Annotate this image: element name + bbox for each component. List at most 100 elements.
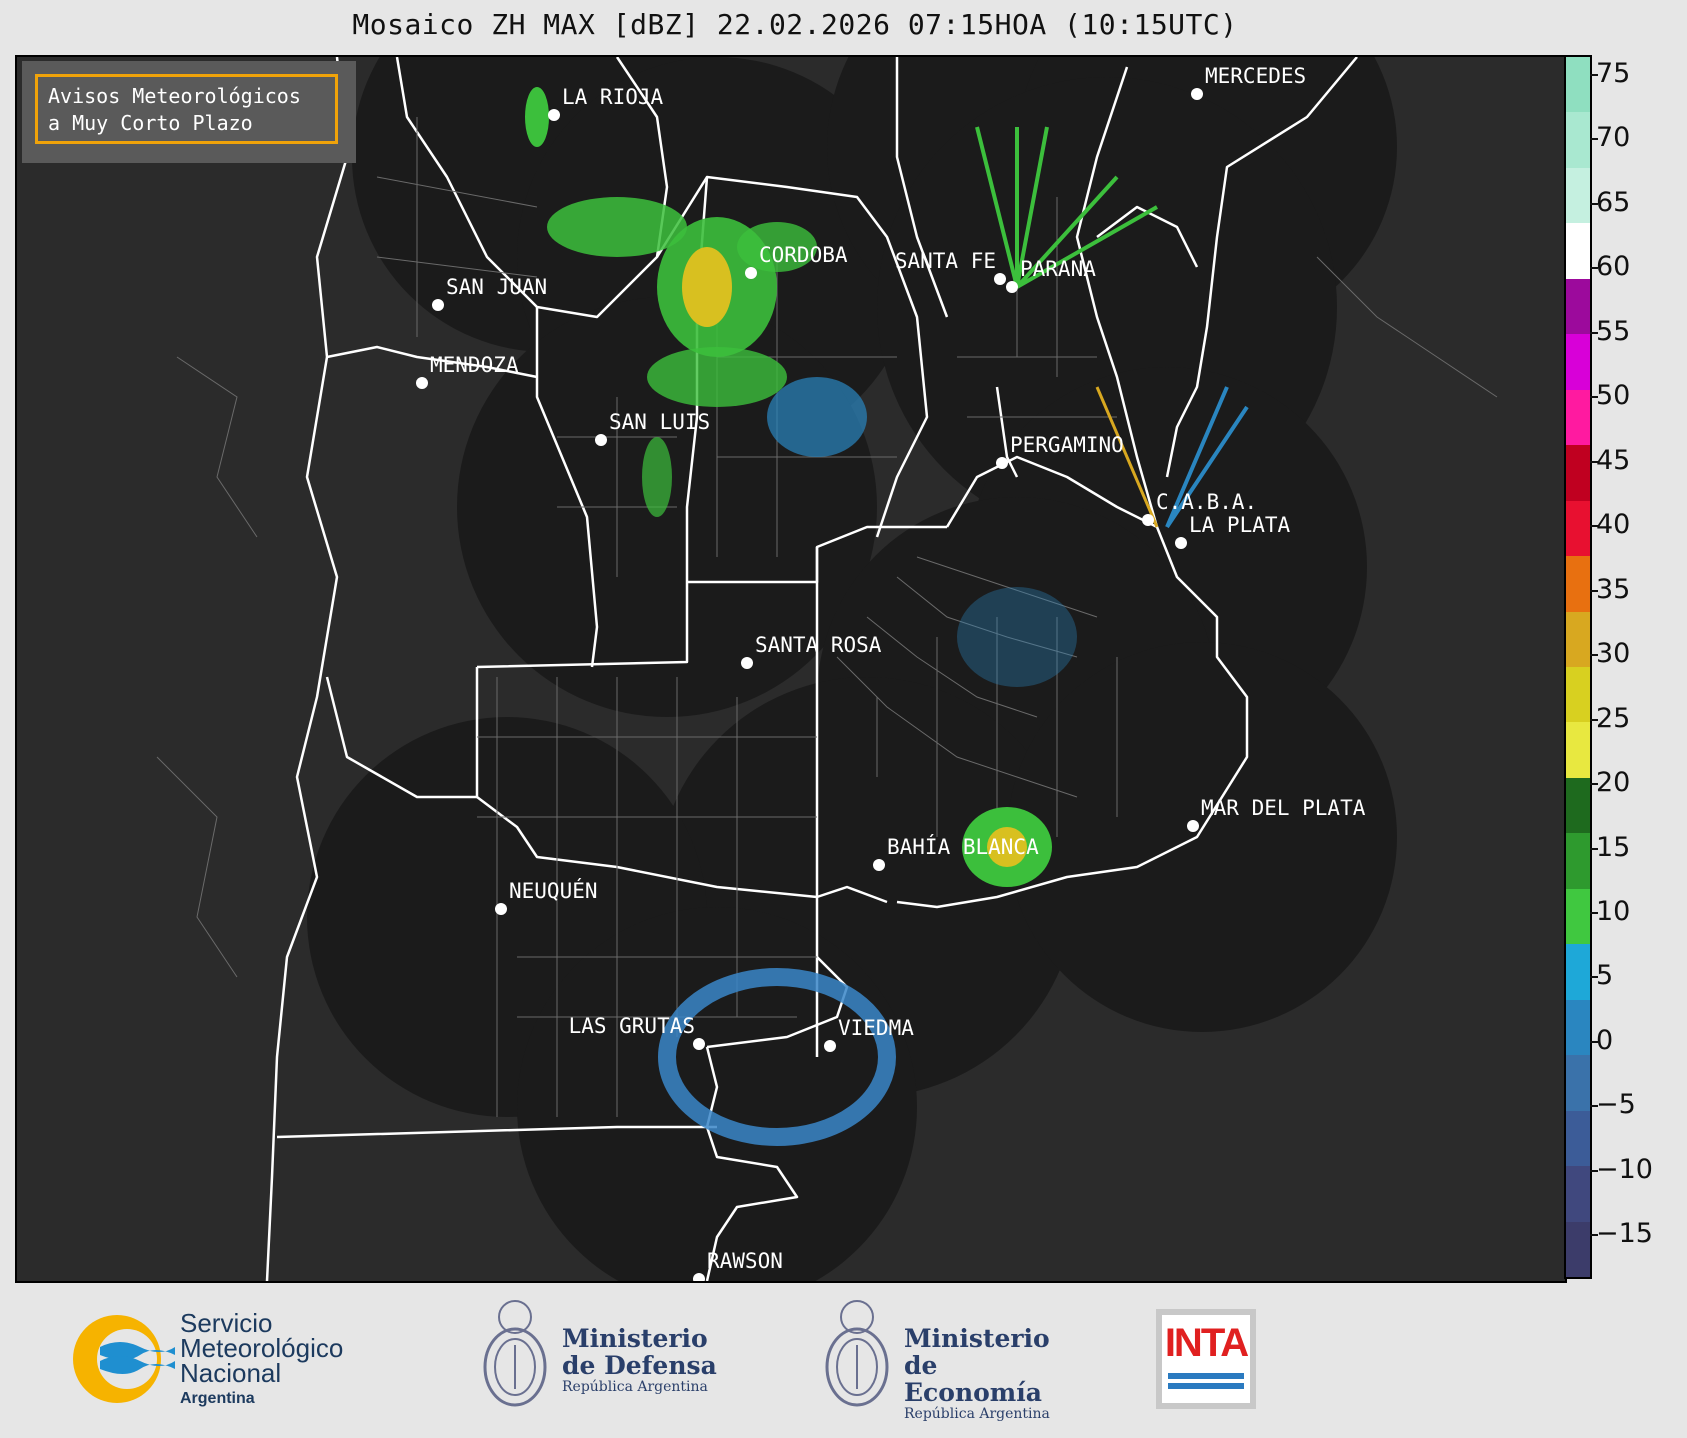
- colorbar-tick-label: 75: [1589, 58, 1631, 89]
- colorbar-segment: [1566, 223, 1590, 279]
- colorbar-segment: [1566, 1055, 1590, 1111]
- city-dot: [1191, 88, 1203, 100]
- colorbar-tick-label: 20: [1589, 767, 1631, 798]
- colorbar-segment: [1566, 1221, 1590, 1277]
- defensa-logo: Ministerio de Defensa República Argentin…: [480, 1295, 720, 1425]
- notice-line-1: Avisos Meteorológicos: [48, 84, 301, 108]
- colorbar-tick-label: 40: [1589, 509, 1631, 540]
- city-label: LAS GRUTAS: [568, 1014, 695, 1038]
- city-label: SANTA FE: [894, 249, 996, 273]
- colorbar-tick-label: 35: [1589, 574, 1631, 605]
- economia-logo: Ministerio de Economía República Argenti…: [822, 1295, 1082, 1425]
- city-dot: [1187, 820, 1199, 832]
- colorbar-tick-label: 10: [1589, 896, 1631, 927]
- footer-logos: Servicio Meteorológico Nacional Argentin…: [0, 1281, 1687, 1438]
- colorbar-tick-label: 30: [1589, 638, 1631, 669]
- inta-wordmark: INTA: [1164, 1321, 1249, 1365]
- city-dot: [824, 1040, 836, 1052]
- radar-map-canvas: [156, 57, 1498, 1281]
- economia-line-3: República Argentina: [904, 1406, 1050, 1422]
- city-label: BAHÍA BLANCA: [887, 835, 1039, 859]
- notice-frame: Avisos Meteorológicos a Muy Corto Plazo: [35, 74, 338, 144]
- colorbar-segment: [1566, 112, 1590, 168]
- colorbar-segment: [1566, 389, 1590, 446]
- coat-of-arms-icon: [483, 1300, 547, 1407]
- city-dot: [873, 859, 885, 871]
- colorbar-segment: [1566, 167, 1590, 224]
- city-label: VIEDMA: [838, 1016, 914, 1040]
- notice-line-2: a Muy Corto Plazo: [48, 111, 253, 135]
- city-label: CORDOBA: [759, 243, 848, 267]
- city-dot: [741, 657, 753, 669]
- economia-line-2: de Economía: [904, 1351, 1042, 1407]
- colorbar-segment: [1566, 722, 1590, 778]
- colorbar-tick-label: −5: [1590, 1089, 1636, 1120]
- colorbar-segment: [1566, 1110, 1590, 1167]
- colorbar-tick-label: 65: [1589, 187, 1631, 218]
- colorbar: [1564, 55, 1592, 1279]
- city-dot: [416, 377, 428, 389]
- colorbar-tick-label: 45: [1589, 445, 1631, 476]
- defensa-line-1: Ministerio: [562, 1324, 708, 1353]
- inta-logo: INTA: [1156, 1309, 1256, 1409]
- colorbar-tick-label: 5: [1589, 960, 1614, 991]
- colorbar-segment: [1566, 833, 1590, 889]
- city-label: MERCEDES: [1205, 64, 1307, 88]
- colorbar-tick-label: −15: [1590, 1218, 1653, 1249]
- city-dot: [1006, 281, 1018, 293]
- city-label: SAN JUAN: [446, 275, 548, 299]
- colorbar-segment: [1566, 445, 1590, 501]
- defensa-line-3: República Argentina: [562, 1379, 708, 1395]
- city-dot: [994, 273, 1006, 285]
- city-dot: [548, 109, 560, 121]
- city-label: PARANA: [1020, 257, 1096, 281]
- city-label: MENDOZA: [430, 353, 519, 377]
- colorbar-tick-label: 25: [1589, 703, 1631, 734]
- city-label: LA PLATA: [1189, 513, 1291, 537]
- city-dot: [432, 299, 444, 311]
- map-title: Mosaico ZH MAX [dBZ] 22.02.2026 07:15HOA…: [352, 8, 1238, 41]
- colorbar-segment: [1566, 666, 1590, 723]
- city-label: SANTA ROSA: [755, 633, 882, 657]
- colorbar-tick-label: 70: [1589, 122, 1631, 153]
- city-dot: [595, 434, 607, 446]
- colorbar-segment: [1566, 334, 1590, 390]
- city-dot: [1175, 537, 1187, 549]
- city-label: MAR DEL PLATA: [1201, 796, 1366, 820]
- colorbar-segment: [1566, 888, 1590, 945]
- city-label: NEUQUÉN: [509, 879, 598, 903]
- city-label: LA RIOJA: [562, 85, 664, 109]
- colorbar-tick-label: 55: [1589, 316, 1631, 347]
- colorbar-segment: [1566, 1166, 1590, 1222]
- economia-line-1: Ministerio: [904, 1324, 1050, 1353]
- radar-coverage: [307, 57, 1397, 1281]
- city-dot: [996, 457, 1008, 469]
- colorbar-segment: [1566, 611, 1590, 667]
- colorbar-segment: [1566, 500, 1590, 557]
- smn-emblem-icon: [73, 1315, 175, 1403]
- city-label: RAWSON: [707, 1249, 783, 1273]
- colorbar-segment: [1566, 278, 1590, 335]
- city-dot: [495, 903, 507, 915]
- colorbar-tick-label: 50: [1589, 380, 1631, 411]
- colorbar-segment: [1566, 556, 1590, 612]
- city-label: PERGAMINO: [1010, 433, 1124, 457]
- defensa-line-2: de Defensa: [562, 1351, 717, 1380]
- colorbar-segment: [1566, 944, 1590, 1000]
- colorbar-tick-label: 15: [1589, 832, 1631, 863]
- colorbar-tick-label: 60: [1589, 251, 1631, 282]
- coat-of-arms-icon: [825, 1300, 889, 1407]
- city-label: SAN LUIS: [609, 410, 711, 434]
- colorbar-tick-label: −10: [1590, 1154, 1653, 1185]
- notice-box: Avisos Meteorológicos a Muy Corto Plazo: [22, 61, 356, 163]
- colorbar-segment: [1566, 999, 1590, 1056]
- smn-logo: Servicio Meteorológico Nacional Argentin…: [65, 1309, 395, 1409]
- radar-map[interactable]: LA RIOJA SAN JUAN CORDOBA SANTA FE PARANA MER…: [15, 55, 1567, 1283]
- city-dot: [1142, 514, 1154, 526]
- smn-line-4: Argentina: [180, 1390, 255, 1407]
- colorbar-tick-label: 0: [1589, 1025, 1614, 1056]
- city-dot: [745, 267, 757, 279]
- colorbar-segment: [1566, 777, 1590, 834]
- city-dot: [693, 1038, 705, 1050]
- colorbar-segment: [1566, 57, 1590, 113]
